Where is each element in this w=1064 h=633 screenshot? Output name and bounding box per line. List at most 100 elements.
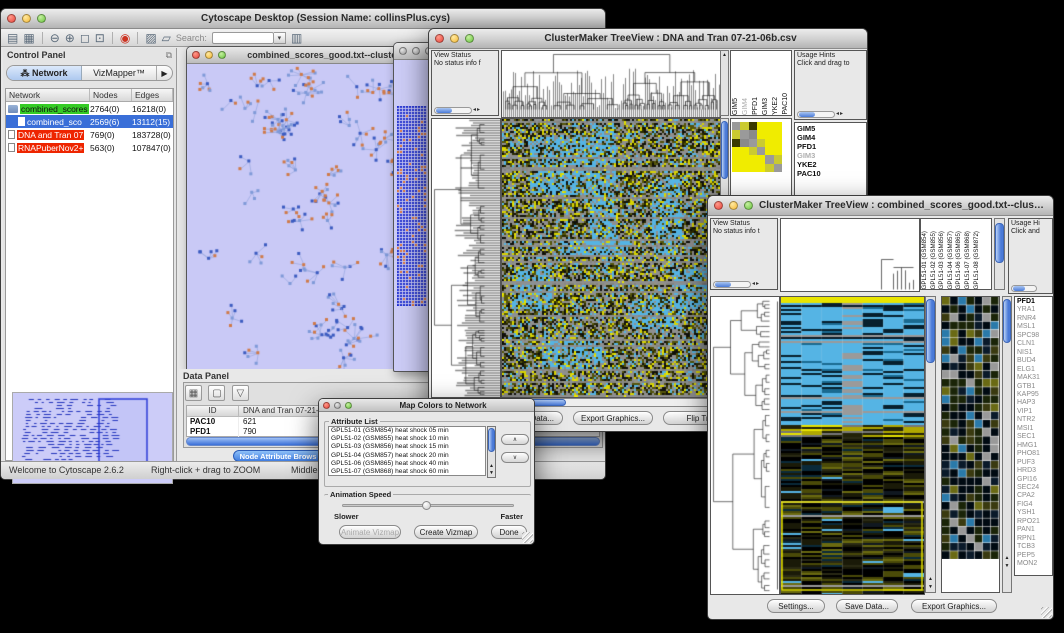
animate-vizmap-button[interactable]: Animate Vizmap [339, 525, 401, 539]
gene-label[interactable]: RNR4 [1017, 315, 1050, 323]
minimize-icon[interactable] [205, 51, 213, 59]
row-label[interactable]: PAC10 [797, 169, 864, 178]
attribute-list-item[interactable]: GPL51-07 (GSM868) heat shock 60 min [329, 468, 485, 476]
tab-overflow-icon[interactable]: ▶ [156, 66, 172, 81]
list-scrollbar[interactable]: ▲ ▼ [487, 426, 496, 478]
labels-scrollbar[interactable] [994, 218, 1005, 290]
column-dendrogram[interactable] [501, 50, 721, 118]
row-dendrogram[interactable] [431, 118, 501, 398]
treeview2-titlebar[interactable]: ClusterMaker TreeView : combined_scores_… [708, 196, 1053, 216]
close-icon[interactable] [7, 14, 16, 23]
minimize-icon[interactable] [729, 201, 738, 210]
gene-label[interactable]: MAK31 [1017, 374, 1050, 382]
column-label[interactable]: GPL51-06 (GSM865) [955, 231, 964, 289]
gene-label[interactable]: TCB3 [1017, 543, 1050, 551]
col-network[interactable]: Network [6, 89, 90, 101]
zoom-fit-icon[interactable]: ⊡ [95, 32, 105, 44]
mini-scrollbar[interactable]: ◂▸ [713, 281, 759, 288]
zoom-window-icon[interactable] [218, 51, 226, 59]
similarity-matrix[interactable] [732, 122, 782, 172]
dense-network-canvas[interactable] [397, 106, 427, 306]
zoom-window-icon[interactable] [345, 402, 352, 409]
column-label[interactable]: YKE2 [771, 97, 781, 115]
mini-scrollbar[interactable] [1011, 285, 1037, 292]
resize-grip[interactable] [1041, 607, 1052, 618]
export-graphics-button[interactable]: Export Graphics... [911, 599, 997, 613]
mini-scrollbar[interactable]: ◂▸ [434, 107, 480, 114]
tab-vizmapper[interactable]: VizMapper™ [82, 66, 156, 81]
attribute-browser-icon[interactable]: ▥ [291, 32, 302, 44]
gene-label[interactable]: PHO81 [1017, 450, 1050, 458]
zoom-in-icon[interactable]: ⊕ [65, 32, 75, 44]
gene-label[interactable]: GTB1 [1017, 383, 1050, 391]
main-titlebar[interactable]: Cytoscape Desktop (Session Name: collins… [1, 9, 605, 29]
tab-network[interactable]: ⁂ Network [7, 66, 82, 81]
row-label[interactable]: YKE2 [797, 160, 864, 169]
minimize-icon[interactable] [334, 402, 341, 409]
id-column-header[interactable]: ID [187, 406, 239, 416]
delete-attribute-icon[interactable]: ▽ [232, 385, 249, 401]
row-dendrogram[interactable] [710, 296, 780, 595]
row-label[interactable]: PFD1 [797, 142, 864, 151]
network-list-item[interactable]: combined_scores 2764(0) 16218(0) [6, 102, 173, 115]
gene-label[interactable]: NIS1 [1017, 349, 1050, 357]
close-icon[interactable] [399, 47, 407, 55]
gene-label[interactable]: MSI1 [1017, 425, 1050, 433]
search-input[interactable] [212, 32, 274, 44]
heatmap-canvas[interactable] [780, 296, 925, 595]
float-panel-icon[interactable]: ⧉ [166, 50, 172, 61]
gene-label[interactable]: PFD1 [1017, 298, 1050, 306]
dialog-titlebar[interactable]: Map Colors to Network [319, 399, 534, 412]
resize-grip[interactable] [522, 532, 533, 543]
gene-label[interactable]: HAP3 [1017, 399, 1050, 407]
zoom-window-icon[interactable] [37, 14, 46, 23]
close-icon[interactable] [435, 34, 444, 43]
gene-label[interactable]: PAN1 [1017, 526, 1050, 534]
minimize-icon[interactable] [412, 47, 420, 55]
export-graphics-button[interactable]: Export Graphics... [573, 411, 653, 425]
column-label[interactable]: GPL51-07 (GSM868) [964, 231, 973, 289]
close-icon[interactable] [192, 51, 200, 59]
column-label[interactable]: GIM4 [741, 98, 751, 115]
gene-label[interactable]: CPA2 [1017, 492, 1050, 500]
gene-label[interactable]: MSL1 [1017, 323, 1050, 331]
gene-label[interactable]: YRA1 [1017, 306, 1050, 314]
column-label[interactable]: GIM3 [761, 98, 771, 115]
row-label[interactable]: GIM3 [797, 151, 864, 160]
gene-label[interactable]: RPO21 [1017, 518, 1050, 526]
move-down-button[interactable]: ∨ [501, 452, 529, 463]
save-data-button[interactable]: Save Data... [836, 599, 898, 613]
gene-label[interactable]: BUD4 [1017, 357, 1050, 365]
create-vizmap-button[interactable]: Create Vizmap [414, 525, 478, 539]
col-edges[interactable]: Edges [132, 89, 173, 101]
close-icon[interactable] [714, 201, 723, 210]
gene-label[interactable]: ELG1 [1017, 366, 1050, 374]
attribute-list-item[interactable]: GPL51-03 (GSM856) heat shock 15 min [329, 443, 485, 451]
genelist-scrollbar[interactable]: ▲ ▼ [1002, 296, 1012, 593]
zoom-selected-icon[interactable]: ◻ [80, 32, 90, 44]
select-attributes-icon[interactable]: ▦ [185, 385, 202, 401]
network-list-item-selected[interactable]: combined_sco 2569(6) 13112(15) [6, 115, 173, 128]
col-nodes[interactable]: Nodes [90, 89, 132, 101]
plugin-icon[interactable]: ▨ [145, 32, 156, 44]
gene-label[interactable]: PEP5 [1017, 552, 1050, 560]
network-list-item[interactable]: RNAPuberNov2+ 563(0) 107847(0) [6, 141, 173, 154]
open-file-icon[interactable]: ▤ [7, 32, 18, 44]
new-attribute-icon[interactable]: ▢ [208, 385, 225, 401]
zoom-heatmap-canvas[interactable] [942, 297, 999, 559]
column-label[interactable]: PAC10 [781, 93, 791, 115]
network-canvas[interactable] [187, 64, 425, 370]
vertical-scrollbar[interactable]: ▲ ▼ [925, 296, 936, 593]
gene-label[interactable]: SEC24 [1017, 484, 1050, 492]
attribute-list-item[interactable]: GPL51-01 (GSM854) heat shock 05 min [329, 427, 485, 435]
gene-label[interactable]: SEC1 [1017, 433, 1050, 441]
gene-label[interactable]: GPI16 [1017, 476, 1050, 484]
gene-label[interactable]: FIG4 [1017, 501, 1050, 509]
help-lifering-icon[interactable]: ◉ [120, 32, 130, 44]
scroll-strip[interactable]: ▲ [720, 50, 729, 116]
zoom-window-icon[interactable] [465, 34, 474, 43]
column-label[interactable]: GPL51-03 (GSM856) [938, 231, 947, 289]
column-label[interactable]: GPL51-01 (GSM854) [921, 231, 930, 289]
network-view-titlebar[interactable]: combined_scores_good.txt--cluste... [187, 47, 425, 64]
minimize-icon[interactable] [450, 34, 459, 43]
